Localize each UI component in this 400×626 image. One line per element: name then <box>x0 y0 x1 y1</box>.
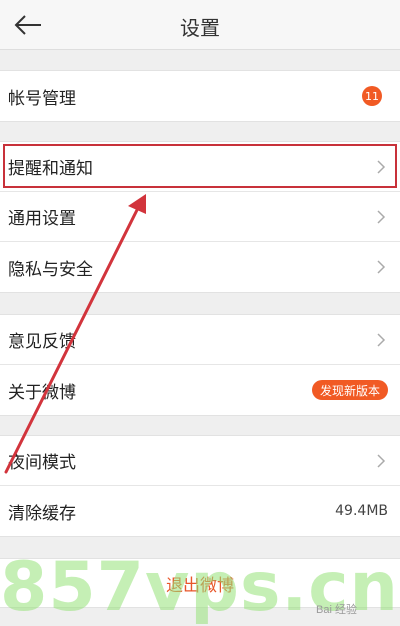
new-version-badge: 发现新版本 <box>311 380 388 400</box>
misc-section: 夜间模式 清除缓存 49.4MB <box>0 435 400 537</box>
chevron-right-icon <box>376 159 388 175</box>
privacy-security-item[interactable]: 隐私与安全 <box>0 242 400 292</box>
night-mode-item[interactable]: 夜间模式 <box>0 436 400 486</box>
logout-button[interactable]: 退出微博 <box>0 558 400 608</box>
general-settings-label: 通用设置 <box>8 209 76 229</box>
account-management-item[interactable]: 帐号管理 11 <box>0 71 400 121</box>
page-title: 设置 <box>180 16 220 40</box>
notifications-label: 提醒和通知 <box>8 159 93 179</box>
chevron-right-icon <box>376 453 388 469</box>
notification-count-badge: 11 <box>362 86 382 106</box>
cache-size-value: 49.4MB <box>335 503 388 519</box>
privacy-security-label: 隐私与安全 <box>8 259 93 280</box>
account-section: 帐号管理 11 <box>0 70 400 122</box>
about-weibo-item[interactable]: 关于微博 发现新版本 <box>0 365 400 415</box>
general-section: 提醒和通知 通用设置 隐私与安全 <box>0 141 400 293</box>
night-mode-label: 夜间模式 <box>8 453 76 473</box>
general-settings-item[interactable]: 通用设置 <box>0 192 400 242</box>
notifications-item[interactable]: 提醒和通知 <box>0 142 400 192</box>
account-management-label: 帐号管理 <box>8 88 76 109</box>
feedback-item[interactable]: 意见反馈 <box>0 315 400 365</box>
chevron-right-icon <box>376 209 388 225</box>
logout-label: 退出微博 <box>166 575 234 596</box>
chevron-right-icon <box>376 259 388 275</box>
clear-cache-label: 清除缓存 <box>8 503 76 524</box>
chevron-right-icon <box>376 332 388 348</box>
clear-cache-item[interactable]: 清除缓存 49.4MB <box>0 486 400 536</box>
about-weibo-label: 关于微博 <box>8 382 76 403</box>
feedback-label: 意见反馈 <box>8 332 76 352</box>
about-section: 意见反馈 关于微博 发现新版本 <box>0 314 400 416</box>
top-bar: 设置 <box>0 0 400 50</box>
